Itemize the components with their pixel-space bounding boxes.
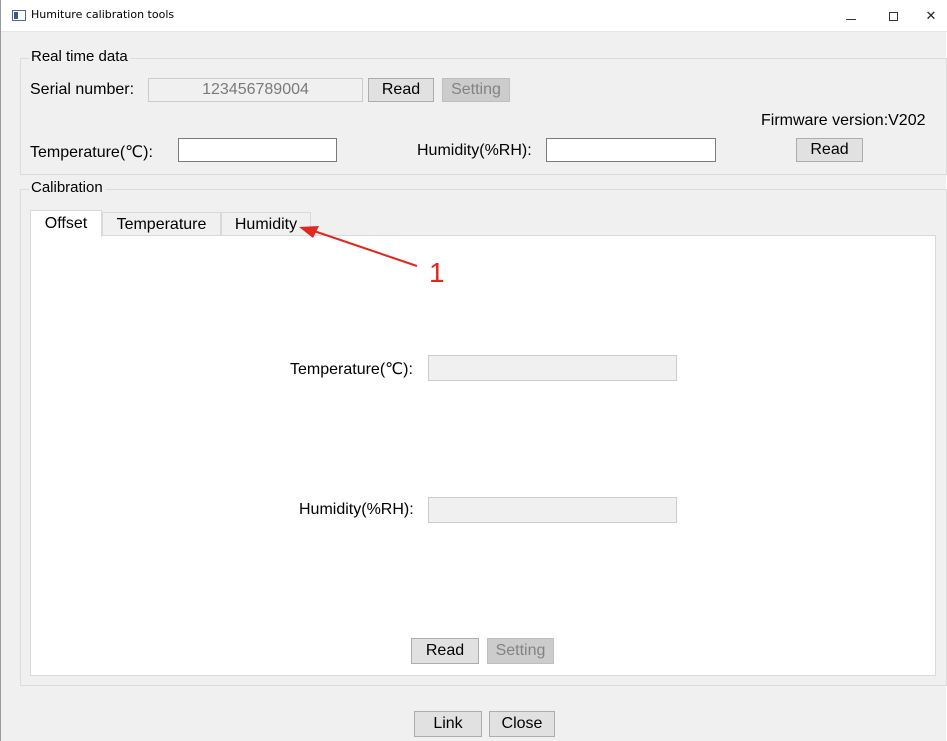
realtime-humidity-field[interactable] <box>546 138 716 162</box>
realtime-humidity-label: Humidity(%RH): <box>417 142 532 159</box>
offset-temperature-field[interactable] <box>428 355 677 381</box>
serial-number-field[interactable]: 123456789004 <box>148 78 363 102</box>
annotation-number: 1 <box>429 257 445 288</box>
maximize-button[interactable] <box>875 0 911 32</box>
serial-number-label: Serial number: <box>30 81 135 98</box>
title-bar[interactable]: Humiture calibration tools ✕ <box>1 0 947 32</box>
link-button[interactable]: Link <box>414 711 482 737</box>
firmware-version-label: Firmware version:V202 <box>761 112 926 129</box>
offset-tab-panel <box>30 235 936 676</box>
tab-humidity[interactable]: Humidity <box>221 212 311 236</box>
tab-temperature[interactable]: Temperature <box>102 212 221 236</box>
main-window: Humiture calibration tools ✕ Real time d… <box>0 0 947 741</box>
maximize-icon <box>888 11 898 21</box>
tab-offset[interactable]: Offset <box>30 210 102 237</box>
realtime-group-title: Real time data <box>29 48 130 65</box>
minimize-icon <box>846 18 856 20</box>
window-title: Humiture calibration tools <box>31 8 175 21</box>
close-icon: ✕ <box>925 8 937 23</box>
offset-setting-button[interactable]: Setting <box>487 638 554 664</box>
close-window-button[interactable]: ✕ <box>913 0 947 32</box>
realtime-temperature-label: Temperature(℃): <box>30 144 153 161</box>
offset-humidity-field[interactable] <box>428 497 677 523</box>
app-icon <box>12 10 26 21</box>
minimize-button[interactable] <box>833 0 869 32</box>
serial-setting-button[interactable]: Setting <box>442 78 510 102</box>
serial-read-button[interactable]: Read <box>368 78 434 102</box>
offset-read-button[interactable]: Read <box>411 638 479 664</box>
close-button[interactable]: Close <box>489 711 555 737</box>
offset-temperature-label: Temperature(℃): <box>290 361 413 378</box>
offset-humidity-label: Humidity(%RH): <box>299 501 414 518</box>
realtime-read-button[interactable]: Read <box>796 138 863 162</box>
realtime-temperature-field[interactable] <box>178 138 337 162</box>
calibration-group-title: Calibration <box>29 179 105 196</box>
